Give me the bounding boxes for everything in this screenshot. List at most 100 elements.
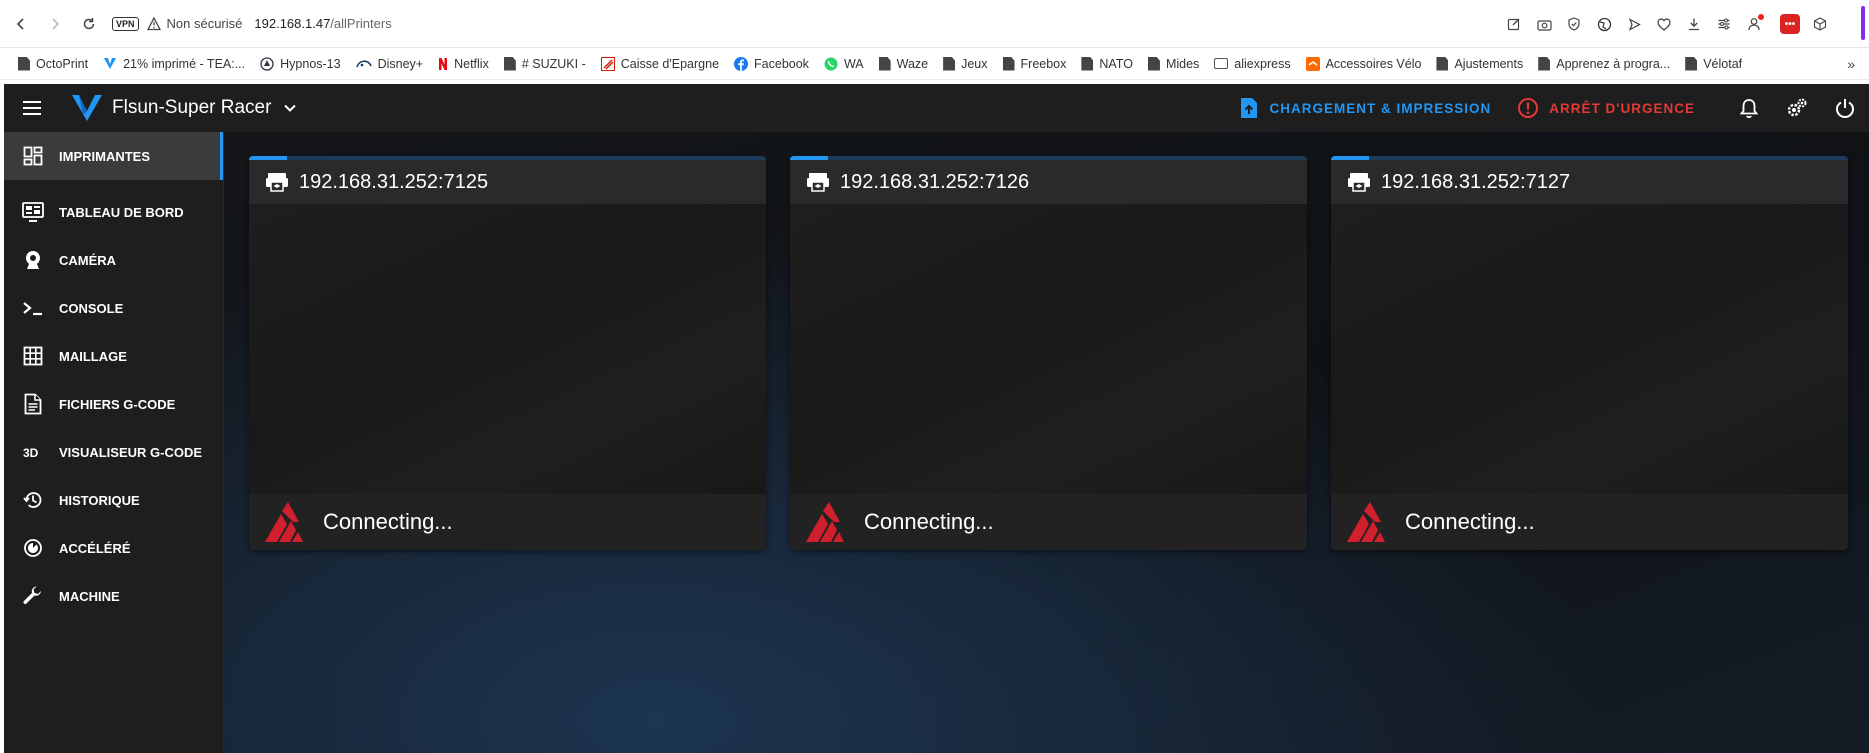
heart-icon[interactable] xyxy=(1651,11,1677,37)
emergency-stop-button[interactable]: ARRÊT D'URGENCE xyxy=(1517,97,1695,119)
bookmark-item[interactable]: OctoPrint xyxy=(18,56,88,71)
back-icon[interactable] xyxy=(8,11,34,37)
shield-icon[interactable] xyxy=(1561,11,1587,37)
bookmark-label: Mides xyxy=(1165,56,1200,71)
console-icon xyxy=(22,297,44,319)
klipper-logo-icon xyxy=(1347,502,1405,542)
bookmark-item[interactable]: NATO xyxy=(1081,56,1133,71)
bookmark-folder-icon xyxy=(1214,58,1234,69)
bookmark-item[interactable]: Hypnos-13 xyxy=(260,56,341,71)
bookmark-facebook-icon xyxy=(734,56,754,71)
bookmark-item[interactable]: Netflix xyxy=(438,57,489,71)
cogs-icon[interactable] xyxy=(1773,84,1821,132)
bookmark-item[interactable]: Freebox xyxy=(1002,56,1067,71)
profile-icon[interactable] xyxy=(1741,11,1767,37)
printer-card[interactable]: 192.168.31.252:7125 Connecting... xyxy=(249,156,766,550)
globe-icon[interactable] xyxy=(1591,11,1617,37)
security-status[interactable]: Non sécurisé xyxy=(167,16,243,31)
cube-icon[interactable] xyxy=(1807,11,1833,37)
svg-text:3D: 3D xyxy=(23,446,39,459)
printer-address: 192.168.31.252:7125 xyxy=(299,170,489,193)
printer-card-header[interactable]: 192.168.31.252:7125 xyxy=(249,160,766,204)
bookmark-item[interactable]: Facebook xyxy=(734,56,809,71)
sidebar-item-console[interactable]: CONSOLE xyxy=(4,284,223,332)
chevron-down-icon[interactable] xyxy=(283,101,297,115)
printer-card-header[interactable]: 192.168.31.252:7127 xyxy=(1331,160,1848,204)
url-host: 192.168.1.47 xyxy=(254,16,331,31)
camera-icon[interactable] xyxy=(1531,11,1557,37)
bookmark-item[interactable]: aliexpress xyxy=(1214,57,1291,71)
sidebar-item-label: HISTORIQUE xyxy=(59,492,140,508)
bookmark-label: WA xyxy=(843,56,864,71)
bookmark-label: 21% imprimé - TEA:... xyxy=(123,56,246,71)
sidebar-item-timelapse[interactable]: ACCÉLÉRÉ xyxy=(4,524,223,572)
bookmark-label: # SUZUKI - xyxy=(521,56,586,71)
printer-card[interactable]: 192.168.31.252:7127 Connecting... xyxy=(1331,156,1848,550)
forward-icon[interactable] xyxy=(42,11,68,37)
printer-status-text: Connecting... xyxy=(864,509,994,534)
mainsail-logo[interactable] xyxy=(70,93,104,123)
bookmark-hypnos-icon xyxy=(260,56,280,71)
settings-sliders-icon[interactable] xyxy=(1711,11,1737,37)
edit-icon[interactable] xyxy=(1501,11,1527,37)
sidebar-item-history[interactable]: HISTORIQUE xyxy=(4,476,223,524)
bookmark-item[interactable]: 21% imprimé - TEA:... xyxy=(103,57,245,71)
file-upload-icon xyxy=(1240,98,1257,118)
bookmarks-overflow-icon[interactable]: » xyxy=(1847,56,1855,72)
bookmark-item[interactable]: Ajustements xyxy=(1436,56,1524,71)
sidebar-item-dashboard-grid[interactable]: IMPRIMANTES xyxy=(4,132,223,180)
sidebar-item-wrench[interactable]: MACHINE xyxy=(4,572,223,620)
bookmark-item[interactable]: Jeux xyxy=(943,56,988,71)
power-icon[interactable] xyxy=(1821,84,1869,132)
bell-icon[interactable] xyxy=(1725,84,1773,132)
reload-icon[interactable] xyxy=(76,11,102,37)
printer-status-text: Connecting... xyxy=(323,509,453,534)
bookmark-item[interactable]: Mides xyxy=(1147,56,1200,71)
upload-print-button[interactable]: CHARGEMENT & IMPRESSION xyxy=(1240,97,1492,119)
sidebar-item-monitor-dashboard[interactable]: TABLEAU DE BORD xyxy=(4,188,223,236)
printer-card[interactable]: 192.168.31.252:7126 Connecting... xyxy=(790,156,1307,550)
sidebar-item-3d[interactable]: 3D VISUALISEUR G-CODE xyxy=(4,428,223,476)
bookmark-item[interactable]: Vélotaf xyxy=(1685,56,1742,71)
bookmark-page-icon xyxy=(1081,56,1099,71)
bookmark-disney-icon xyxy=(355,58,378,70)
bookmark-label: Hypnos-13 xyxy=(280,56,341,71)
sidebar-toggle[interactable] xyxy=(1861,6,1865,40)
extension-red-icon[interactable]: ••• xyxy=(1777,11,1803,37)
sidebar-item-webcam[interactable]: CAMÉRA xyxy=(4,236,223,284)
bookmark-item[interactable]: Accessoires Vélo xyxy=(1305,56,1421,71)
url-field[interactable]: VPN Non sécurisé 192.168.1.47/allPrinter… xyxy=(112,16,392,31)
timelapse-icon xyxy=(22,537,44,559)
bookmark-item[interactable]: Apprenez à progra... xyxy=(1538,56,1670,71)
bookmark-orange-icon xyxy=(1305,56,1326,71)
sidebar-item-label: IMPRIMANTES xyxy=(59,148,150,164)
bookmark-page-icon xyxy=(1685,56,1703,71)
bookmark-item[interactable]: WA xyxy=(824,57,864,71)
url-text[interactable]: 192.168.1.47/allPrinters xyxy=(254,16,391,31)
alert-circle-icon xyxy=(1518,98,1539,118)
printer-card-preview xyxy=(790,204,1307,494)
bookmark-item[interactable]: Waze xyxy=(878,56,928,71)
sidebar-item-grid[interactable]: MAILLAGE xyxy=(4,332,223,380)
klipper-logo-icon xyxy=(806,502,864,542)
menu-icon[interactable] xyxy=(8,84,56,132)
3d-icon: 3D xyxy=(22,441,44,463)
bookmark-label: Ajustements xyxy=(1454,56,1524,71)
printer-selector[interactable]: Flsun-Super Racer xyxy=(112,97,271,119)
app-bar-actions: CHARGEMENT & IMPRESSION ARRÊT D'URGENCE xyxy=(1240,84,1869,132)
bookmark-label: Freebox xyxy=(1020,56,1067,71)
printer-3d-icon xyxy=(1347,170,1381,194)
url-path: /allPrinters xyxy=(330,16,392,31)
bookmark-item[interactable]: Disney+ xyxy=(355,57,423,71)
printer-card-preview xyxy=(249,204,766,494)
monitor-dashboard-icon xyxy=(22,201,44,223)
bookmark-item[interactable]: Caisse d'Epargne xyxy=(600,56,719,71)
vpn-badge[interactable]: VPN xyxy=(112,16,139,31)
sidebar-item-file-document[interactable]: FICHIERS G-CODE xyxy=(4,380,223,428)
bookmark-page-icon xyxy=(1538,56,1556,71)
bookmark-caisse-icon xyxy=(600,56,621,71)
printer-card-header[interactable]: 192.168.31.252:7126 xyxy=(790,160,1307,204)
bookmark-item[interactable]: # SUZUKI - xyxy=(503,56,586,71)
download-icon[interactable] xyxy=(1681,11,1707,37)
play-icon[interactable] xyxy=(1621,11,1647,37)
